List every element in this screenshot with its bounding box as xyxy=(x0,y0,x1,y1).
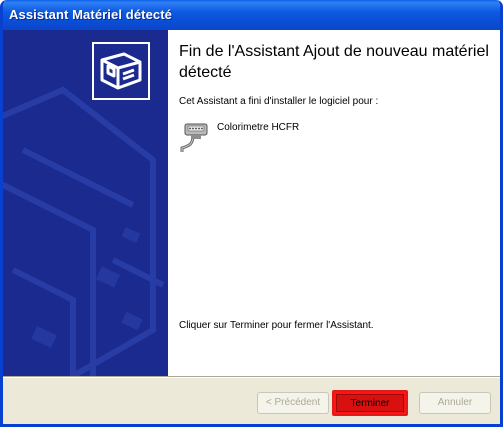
wizard-main-panel: Fin de l'Assistant Ajout de nouveau maté… xyxy=(168,30,500,376)
device-name: Colorimetre HCFR xyxy=(217,122,300,133)
window-title: Assistant Matériel détecté xyxy=(9,7,172,22)
finish-button-label: Terminer xyxy=(336,394,404,412)
back-button[interactable]: < Précédent xyxy=(257,392,329,414)
button-bar-divider xyxy=(3,376,500,378)
intro-text: Cet Assistant a fini d'installer le logi… xyxy=(179,96,379,107)
finish-instructions: Cliquer sur Terminer pour fermer l'Assis… xyxy=(179,320,374,331)
hardware-icon xyxy=(92,42,150,100)
wizard-window: Assistant Matériel détecté Fin de l'Assi… xyxy=(0,0,503,427)
finish-button[interactable]: Terminer xyxy=(332,390,408,416)
page-title: Fin de l'Assistant Ajout de nouveau maté… xyxy=(179,43,489,81)
wizard-content: Fin de l'Assistant Ajout de nouveau maté… xyxy=(3,30,500,376)
serial-port-icon xyxy=(179,118,213,154)
cancel-button[interactable]: Annuler xyxy=(419,392,491,414)
title-bar[interactable]: Assistant Matériel détecté xyxy=(3,0,500,30)
device-item: Colorimetre HCFR xyxy=(179,118,479,154)
wizard-watermark-panel xyxy=(3,30,168,376)
